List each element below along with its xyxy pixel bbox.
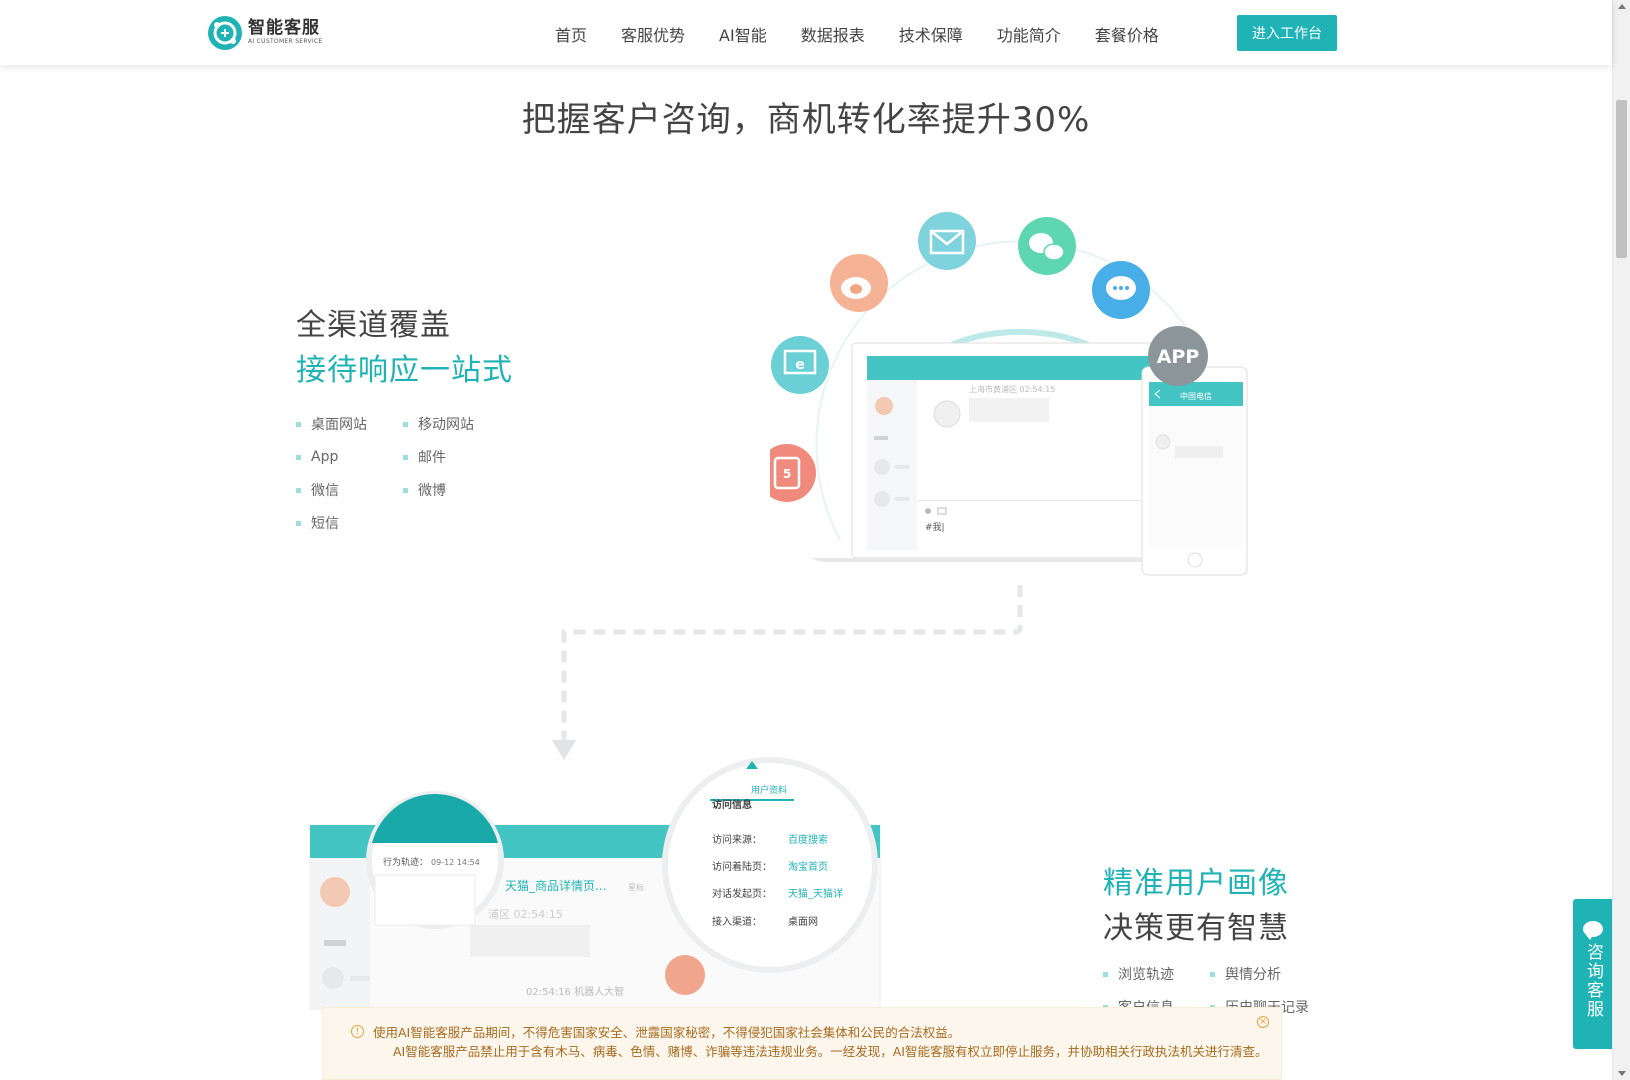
- bullet-icon: [1103, 971, 1108, 977]
- scrollbar-thumb[interactable]: [1616, 100, 1627, 258]
- track-label: 行为轨迹：: [383, 856, 428, 868]
- bullet-icon: [403, 454, 408, 460]
- feature-item: 邮件: [403, 447, 510, 467]
- app-badge-label: APP: [1157, 346, 1200, 368]
- feature-item: 短信: [296, 513, 403, 533]
- bullet-icon: [1210, 971, 1215, 977]
- nav-item-pricing[interactable]: 套餐价格: [1095, 22, 1159, 46]
- section-portrait-title: 精准用户画像: [1103, 866, 1289, 901]
- product-link: 天猫_商品详情页...: [505, 878, 606, 893]
- scroll-down-icon[interactable]: [1618, 1071, 1626, 1076]
- feature-label: 邮件: [418, 450, 446, 466]
- feature-item: 浏览轨迹: [1103, 964, 1210, 984]
- info-row-label: 对话发起页：: [712, 887, 772, 900]
- nav-item-tech[interactable]: 技术保障: [899, 22, 963, 46]
- screen-location: 上海市黄浦区 02:54:15: [969, 384, 1055, 394]
- chat-bubble-icon: [1092, 261, 1150, 319]
- notice-line-2: AI智能客服产品禁止用于含有木马、病毒、色情、赌博、诈骗等违法违规业务。一经发现…: [393, 1044, 1268, 1059]
- bullet-icon: [296, 421, 301, 427]
- info-row-label: 访问着陆页：: [712, 860, 772, 873]
- info-row-value: 淘宝首页: [788, 860, 828, 873]
- bot-line: 02:54:16 机器人大智: [526, 985, 624, 998]
- info-row-value: 桌面网: [788, 915, 818, 928]
- section-channels-title: 全渠道覆盖: [296, 308, 451, 343]
- consult-service-label: 咨询客服: [1583, 943, 1603, 1019]
- bullet-icon: [296, 487, 301, 493]
- channel-feature-list: 桌面网站 移动网站 App 邮件 微信 微博 短信: [296, 414, 510, 533]
- feature-label: 微博: [418, 483, 446, 499]
- connector-arrow: [552, 585, 1023, 760]
- top-navigation-bar: 智能客服 AI CUSTOMER SERVICE 首页 客服优势 AI智能 数据…: [0, 0, 1612, 65]
- feature-item: 微信: [296, 480, 403, 500]
- main-nav: 首页 客服优势 AI智能 数据报表 技术保障 功能简介 套餐价格: [555, 22, 1193, 46]
- feature-label: 微信: [311, 483, 339, 499]
- notice-line-1: 使用AI智能客服产品期间，不得危害国家安全、泄露国家秘密，不得侵犯国家社会集体和…: [373, 1025, 961, 1040]
- feature-label: 移动网站: [418, 417, 474, 433]
- feature-label: 桌面网站: [311, 417, 367, 433]
- feature-label: 短信: [311, 516, 339, 532]
- visit-info-heading: 访问信息: [712, 798, 752, 811]
- feature-label: App: [311, 449, 339, 465]
- star-label: 星标: [628, 882, 644, 892]
- avatar: [933, 400, 961, 428]
- compliance-notice: ! × 使用AI智能客服产品期间，不得危害国家安全、泄露国家秘密，不得侵犯国家社…: [322, 1007, 1282, 1080]
- bullet-icon: [296, 520, 301, 526]
- svg-text:e: e: [795, 357, 805, 373]
- email-icon: [918, 212, 976, 270]
- screen-input: #我|: [925, 522, 945, 533]
- html5-icon: 5: [770, 444, 816, 502]
- track-time: 09-12 14:54: [431, 858, 480, 867]
- page-scrollbar[interactable]: [1612, 0, 1630, 1080]
- nav-item-features[interactable]: 功能简介: [997, 22, 1061, 46]
- avatar: [875, 397, 893, 415]
- logo-text: 智能客服 AI CUSTOMER SERVICE: [248, 19, 323, 47]
- hero-title: 把握客户咨询，商机转化率提升30%: [521, 100, 1091, 140]
- chat-icon: [1583, 921, 1603, 940]
- warning-icon: !: [351, 1025, 364, 1038]
- info-row-value: 天猫_天猫详: [788, 887, 843, 900]
- nav-item-ai[interactable]: AI智能: [719, 22, 767, 46]
- phone-title: 中国电信: [1180, 391, 1212, 401]
- wechat-icon: [1018, 217, 1076, 275]
- section-channels-subtitle: 接待响应一站式: [296, 353, 513, 388]
- info-row-label: 访问来源：: [712, 833, 762, 846]
- app-badge-icon: APP: [1148, 326, 1208, 386]
- close-icon[interactable]: ×: [1257, 1016, 1269, 1028]
- chat-location: 浦区 02:54:15: [488, 908, 563, 921]
- feature-label: 舆情分析: [1225, 967, 1281, 983]
- bullet-icon: [403, 487, 408, 493]
- consult-service-button[interactable]: 咨询客服: [1573, 899, 1613, 1049]
- bullet-icon: [403, 421, 408, 427]
- avatar: [320, 877, 350, 907]
- svg-text:5: 5: [783, 467, 791, 481]
- brand-name: 智能客服: [248, 18, 320, 38]
- section-portrait-subtitle: 决策更有智慧: [1103, 911, 1289, 946]
- portrait-illustration: 天猫_商品详情页... 星标 浦区 02:54:15 02:54:16 机器人大…: [309, 757, 881, 1010]
- logo-icon: [208, 16, 242, 50]
- nav-item-home[interactable]: 首页: [555, 22, 587, 46]
- scroll-up-icon[interactable]: [1618, 4, 1626, 9]
- feature-item: 桌面网站: [296, 414, 403, 434]
- feature-label: 浏览轨迹: [1118, 967, 1174, 983]
- tab-user-profile: 用户资料: [751, 784, 787, 796]
- feature-item: 舆情分析: [1210, 964, 1317, 984]
- brand-tagline: AI CUSTOMER SERVICE: [248, 38, 323, 45]
- enter-workbench-button[interactable]: 进入工作台: [1237, 15, 1337, 51]
- ie-browser-icon: e: [771, 336, 829, 394]
- info-row-value: 百度搜索: [788, 833, 828, 846]
- feature-item: App: [296, 447, 403, 467]
- nav-item-reports[interactable]: 数据报表: [801, 22, 865, 46]
- feature-item: 移动网站: [403, 414, 510, 434]
- bullet-icon: [296, 454, 301, 460]
- weibo-icon: [830, 254, 888, 312]
- info-row-label: 接入渠道：: [712, 915, 762, 928]
- feature-item: 微博: [403, 480, 510, 500]
- logo[interactable]: 智能客服 AI CUSTOMER SERVICE: [208, 16, 323, 50]
- nav-item-advantages[interactable]: 客服优势: [621, 22, 685, 46]
